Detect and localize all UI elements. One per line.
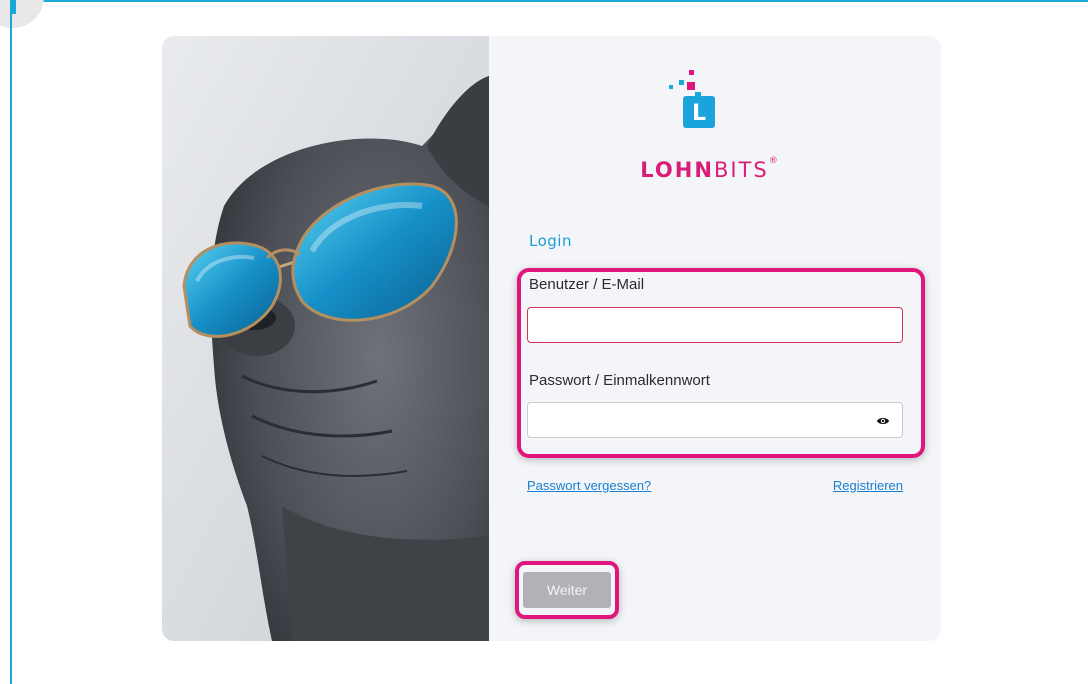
eye-icon[interactable] — [876, 414, 890, 428]
login-panel: L LOHNBITS® Login Benutzer / E-Mail Pass… — [489, 36, 941, 641]
username-label: Benutzer / E-Mail — [529, 276, 645, 293]
frame-top-line — [0, 0, 1088, 2]
login-card: L LOHNBITS® Login Benutzer / E-Mail Pass… — [162, 36, 941, 641]
svg-text:L: L — [692, 101, 706, 126]
brand-logo-icon: L — [669, 70, 715, 128]
hero-image — [162, 36, 489, 641]
forgot-password-link[interactable]: Passwort vergessen? — [527, 478, 651, 493]
page: L LOHNBITS® Login Benutzer / E-Mail Pass… — [0, 0, 1088, 684]
step-badge — [0, 0, 44, 28]
username-input[interactable] — [527, 307, 903, 343]
password-input[interactable] — [527, 402, 903, 438]
frame-left-line — [10, 0, 12, 684]
brand-wordmark: LOHNBITS® — [640, 156, 778, 182]
brand-logo: L LOHNBITS® — [629, 70, 789, 190]
login-title: Login — [529, 232, 572, 250]
password-label: Passwort / Einmalkennwort — [529, 372, 710, 389]
register-link[interactable]: Registrieren — [833, 478, 903, 493]
continue-button[interactable]: Weiter — [523, 572, 611, 608]
